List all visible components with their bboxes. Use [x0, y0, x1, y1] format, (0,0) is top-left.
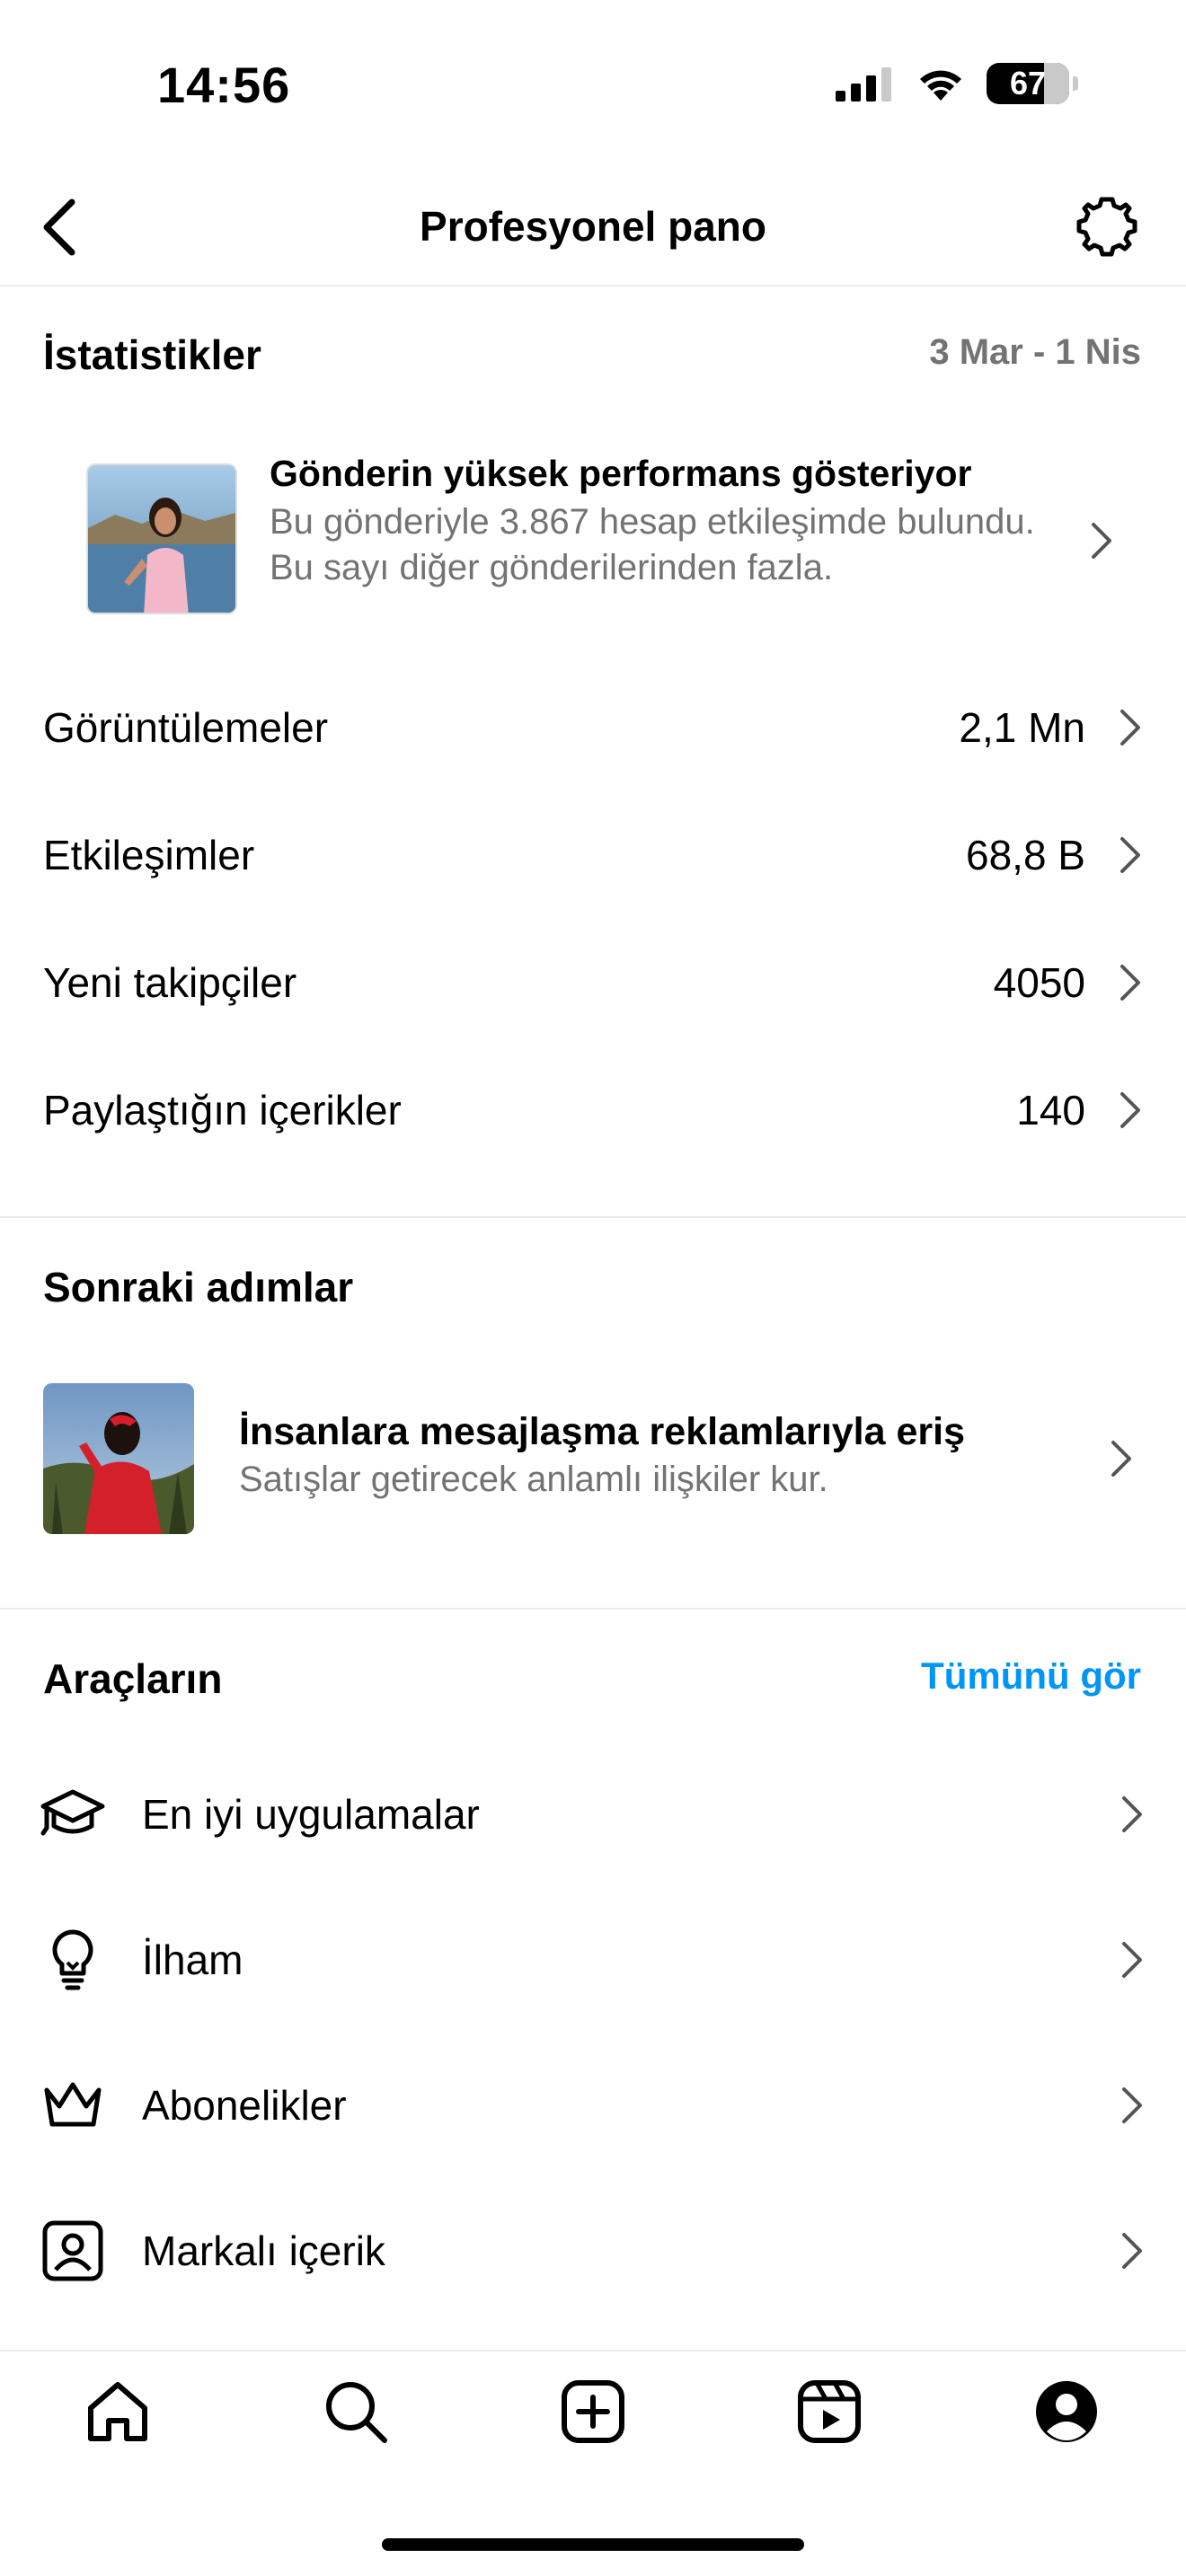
- next-step-title: İnsanlara mesajlaşma reklamlarıyla eriş: [239, 1410, 965, 1453]
- chevron-right-icon: [1120, 1092, 1140, 1128]
- chevron-right-icon: [1120, 710, 1140, 745]
- highlight-post-thumbnail: [86, 463, 237, 614]
- tool-row-best-practices[interactable]: En iyi uygulamalar: [40, 1765, 1145, 1864]
- chevron-right-icon: [1120, 965, 1140, 1001]
- chevron-right-icon: [1122, 2087, 1142, 2123]
- next-step-description: Satışlar getirecek anlamlı ilişkiler kur…: [239, 1460, 828, 1499]
- chevron-right-icon: [1111, 1441, 1131, 1477]
- tool-label: Markalı içerik: [142, 2228, 385, 2274]
- stat-label: Görüntülemeler: [43, 704, 329, 751]
- bottom-nav: [0, 2371, 1186, 2461]
- tools-title: Araçların: [43, 1655, 223, 1702]
- tool-label: Abonelikler: [142, 2082, 347, 2129]
- wifi-icon: [920, 70, 961, 101]
- chevron-right-icon: [1122, 2233, 1142, 2269]
- tool-label: İlham: [142, 1936, 243, 1983]
- gear-icon: [1076, 197, 1137, 257]
- date-range[interactable]: 3 Mar - 1 Nis: [929, 332, 1141, 373]
- stat-value: 140: [1016, 1087, 1085, 1134]
- tool-label: En iyi uygulamalar: [142, 1791, 480, 1838]
- chevron-right-icon: [1122, 1942, 1142, 1978]
- tool-row-inspiration[interactable]: İlham: [40, 1910, 1145, 2009]
- chevron-right-icon: [1092, 523, 1111, 559]
- highlight-chevron: [1089, 521, 1114, 565]
- stat-value: 68,8 B: [966, 832, 1085, 878]
- battery-icon: 67: [987, 63, 1069, 104]
- next-step-thumbnail: [43, 1383, 194, 1534]
- highlight-description: Bu gönderiyle 3.867 hesap etkileşimde bu…: [270, 502, 1035, 587]
- see-all-link[interactable]: Tümünü gör: [921, 1654, 1141, 1698]
- chevron-right-icon: [1122, 1796, 1142, 1832]
- status-icons: 67: [836, 63, 1078, 104]
- next-step-chevron: [1109, 1439, 1134, 1483]
- search-icon[interactable]: [315, 2371, 396, 2452]
- stat-value: 4050: [993, 959, 1085, 1006]
- highlight-title: Gönderin yüksek performans gösteriyor: [270, 453, 972, 494]
- section-divider: [0, 1216, 1186, 1218]
- crown-icon: [40, 2072, 106, 2139]
- signal-icon: [836, 67, 891, 101]
- branded-content-icon: [40, 2218, 106, 2284]
- stat-row-interactions[interactable]: Etkileşimler 68,8 B: [43, 810, 1143, 900]
- next-steps-title: Sonraki adımlar: [43, 1264, 354, 1310]
- nav-divider: [0, 2350, 1186, 2351]
- stat-row-new-followers[interactable]: Yeni takipçiler 4050: [43, 938, 1143, 1028]
- graduation-cap-icon: [40, 1781, 106, 1848]
- create-icon[interactable]: [553, 2371, 633, 2452]
- tool-row-subscriptions[interactable]: Abonelikler: [40, 2056, 1145, 2155]
- home-icon[interactable]: [77, 2371, 158, 2452]
- reels-icon[interactable]: [789, 2371, 870, 2452]
- battery-level: 67: [1009, 65, 1047, 101]
- stat-row-views[interactable]: Görüntülemeler 2,1 Mn: [43, 683, 1143, 772]
- chevron-right-icon: [1120, 837, 1140, 873]
- tool-row-branded-content[interactable]: Markalı içerik: [40, 2201, 1145, 2300]
- header-divider: [0, 285, 1186, 287]
- settings-button[interactable]: [1075, 194, 1139, 259]
- stat-label: Yeni takipçiler: [43, 959, 297, 1006]
- statistics-title: İstatistikler: [43, 331, 261, 378]
- profile-icon[interactable]: [1026, 2371, 1107, 2452]
- lightbulb-icon: [40, 1927, 106, 1993]
- home-indicator: [382, 2538, 804, 2551]
- page-title: Profesyonel pano: [420, 203, 766, 250]
- stat-label: Paylaştığın içerikler: [43, 1087, 402, 1134]
- stat-row-shared-content[interactable]: Paylaştığın içerikler 140: [43, 1065, 1143, 1155]
- status-time: 14:56: [157, 57, 291, 113]
- stat-value: 2,1 Mn: [959, 704, 1085, 751]
- section-divider: [0, 1608, 1186, 1610]
- stat-label: Etkileşimler: [43, 832, 255, 878]
